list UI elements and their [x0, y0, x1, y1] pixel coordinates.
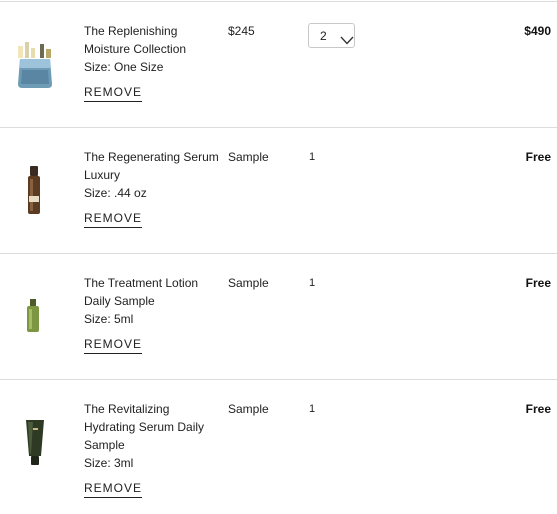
- unit-price: Sample: [228, 402, 269, 416]
- unit-price: Sample: [228, 150, 269, 164]
- product-name[interactable]: The Regenerating Serum Luxury: [84, 148, 224, 184]
- unit-price: $245: [228, 24, 255, 38]
- product-size: Size: One Size: [84, 60, 164, 74]
- product-name-line: The Revitalizing: [84, 402, 170, 416]
- product-name-line: The Treatment Lotion: [84, 276, 199, 290]
- quantity-value: 1: [309, 151, 316, 163]
- line-total: Free: [525, 402, 551, 416]
- quantity-value: 2: [320, 29, 327, 43]
- line-total: Free: [525, 150, 551, 164]
- divider: [0, 379, 557, 380]
- chevron-down-icon: [340, 32, 354, 50]
- lotion-bottle-icon: [27, 299, 39, 333]
- divider: [0, 127, 557, 128]
- unit-price: Sample: [228, 276, 269, 290]
- line-total: Free: [525, 276, 551, 290]
- quantity-value: 1: [309, 277, 316, 289]
- skincare-collection-icon: [16, 40, 54, 90]
- remove-button[interactable]: REMOVE: [84, 337, 143, 354]
- remove-button[interactable]: REMOVE: [84, 211, 143, 228]
- product-size: Size: 5ml: [84, 312, 134, 326]
- product-name[interactable]: The Treatment Lotion Daily Sample: [84, 274, 224, 310]
- product-name-line: Moisture Collection: [84, 42, 187, 56]
- product-name-line: Sample: [84, 438, 125, 452]
- quantity-value: 1: [309, 403, 316, 415]
- product-name-line: The Replenishing: [84, 24, 178, 38]
- product-name-line: The Regenerating Serum: [84, 150, 219, 164]
- product-size: Size: 3ml: [84, 456, 134, 470]
- product-name[interactable]: The Replenishing Moisture Collection: [84, 22, 224, 58]
- remove-button[interactable]: REMOVE: [84, 481, 143, 498]
- product-size: Size: .44 oz: [84, 186, 147, 200]
- divider: [0, 1, 557, 2]
- tube-icon: [25, 420, 45, 466]
- product-name-line: Hydrating Serum Daily: [84, 420, 205, 434]
- serum-bottle-icon: [27, 166, 41, 216]
- product-name-line: Daily Sample: [84, 294, 155, 308]
- cart-items-list: The Replenishing Moisture Collection Siz…: [0, 0, 557, 514]
- quantity-select[interactable]: 2: [308, 23, 355, 48]
- product-name[interactable]: The Revitalizing Hydrating Serum Daily S…: [84, 400, 224, 454]
- line-total: $490: [524, 24, 551, 38]
- divider: [0, 253, 557, 254]
- product-name-line: Luxury: [84, 168, 121, 182]
- remove-button[interactable]: REMOVE: [84, 85, 143, 102]
